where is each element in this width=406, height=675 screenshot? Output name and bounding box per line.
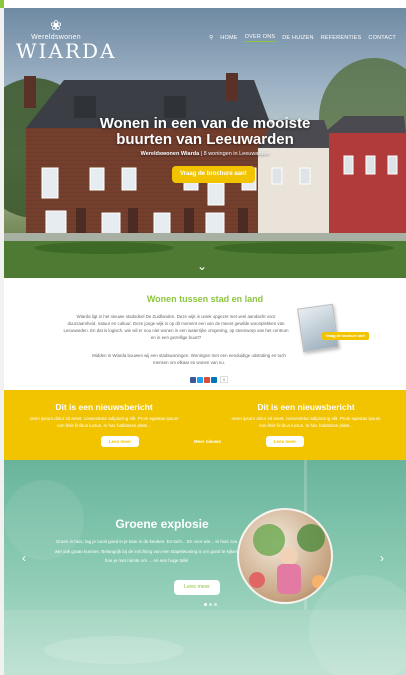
logo[interactable]: ❀ Wereldswonen WIARDA <box>16 17 117 63</box>
hero-subtitle: Wereldswonen Wiarda | 8 woningen in Leeu… <box>140 151 270 157</box>
slider-dot[interactable] <box>209 603 212 606</box>
nav-item-over-ons[interactable]: OVER ONS <box>244 34 276 42</box>
linkedin-icon[interactable] <box>211 376 217 383</box>
intro-title: Wonen tussen stad en land <box>146 294 264 304</box>
page: ❀ Wereldswonen WIARDA ⚲ HOME OVER ONS DE… <box>4 0 406 675</box>
news-title: Dit is een nieuwsbericht <box>55 402 153 412</box>
news-excerpt: orem ipsum dolor sit amet, consectetur a… <box>231 416 381 428</box>
logo-wordmark: WIARDA <box>16 39 117 63</box>
brochure-image[interactable] <box>297 303 339 353</box>
brochure-button[interactable]: Vraag de brochure aan! <box>172 166 255 183</box>
search-icon[interactable]: ⚲ <box>209 35 213 41</box>
main-nav: ⚲ HOME OVER ONS DE HUIZEN REFERENTIES CO… <box>209 34 396 42</box>
google-plus-icon[interactable] <box>204 376 210 383</box>
facebook-icon[interactable] <box>190 376 196 383</box>
slide-text: Groen in huis, lag je nooit goed in je k… <box>54 539 239 563</box>
read-more-button[interactable]: Lees meer <box>266 436 304 447</box>
intro-paragraph-1: Wiarda ligt in het nieuwe stadsdeel De Z… <box>63 314 289 340</box>
slider-dot[interactable] <box>214 603 217 606</box>
share-count: 0 <box>220 376 229 383</box>
nav-item-contact[interactable]: CONTACT <box>368 35 396 41</box>
chevron-down-icon[interactable]: ⌄ <box>197 260 207 272</box>
nav-item-referenties[interactable]: REFERENTIES <box>321 35 362 41</box>
flower-logo-icon: ❀ <box>50 17 62 33</box>
twitter-icon[interactable] <box>197 376 203 383</box>
news-excerpt: orem ipsum dolor sit amet, consectetur a… <box>29 416 179 428</box>
read-more-button[interactable]: Lees meer <box>101 436 139 447</box>
more-news-link[interactable]: Meer nieuws <box>194 439 221 444</box>
news-item: Dit is een nieuwsbericht orem ipsum dolo… <box>206 402 406 429</box>
news-section: Dit is een nieuwsbericht orem ipsum dolo… <box>4 390 406 460</box>
slider-dots <box>204 603 217 606</box>
intro-section: Wonen tussen stad en land Wiarda ligt in… <box>4 278 406 390</box>
chevron-right-icon[interactable]: › <box>380 552 384 564</box>
feature-slider: Groene explosie Groen in huis, lag je no… <box>4 460 406 675</box>
share-bar: 0 <box>190 376 229 383</box>
hero: ❀ Wereldswonen WIARDA ⚲ HOME OVER ONS DE… <box>4 8 406 278</box>
slider-dot[interactable] <box>204 603 207 606</box>
nav-item-de-huizen[interactable]: DE HUIZEN <box>282 35 313 41</box>
intro-paragraph-2: Midden in Wiarda bouwen wij een stadswon… <box>92 353 286 365</box>
nav-item-home[interactable]: HOME <box>220 35 237 41</box>
room-background-illustration <box>4 460 406 675</box>
hero-title: Wonen in een van de mooiste buurten van … <box>99 115 311 148</box>
slide-photo <box>237 508 333 604</box>
slide-title: Groene explosie <box>115 517 209 531</box>
brochure-small-button[interactable]: Vraag de brochure aan! <box>322 332 369 340</box>
news-item: Dit is een nieuwsbericht orem ipsum dolo… <box>4 402 204 429</box>
chevron-left-icon[interactable]: ‹ <box>22 552 26 564</box>
news-title: Dit is een nieuwsbericht <box>257 402 355 412</box>
slide-read-more-button[interactable]: Lees meer <box>174 580 220 595</box>
